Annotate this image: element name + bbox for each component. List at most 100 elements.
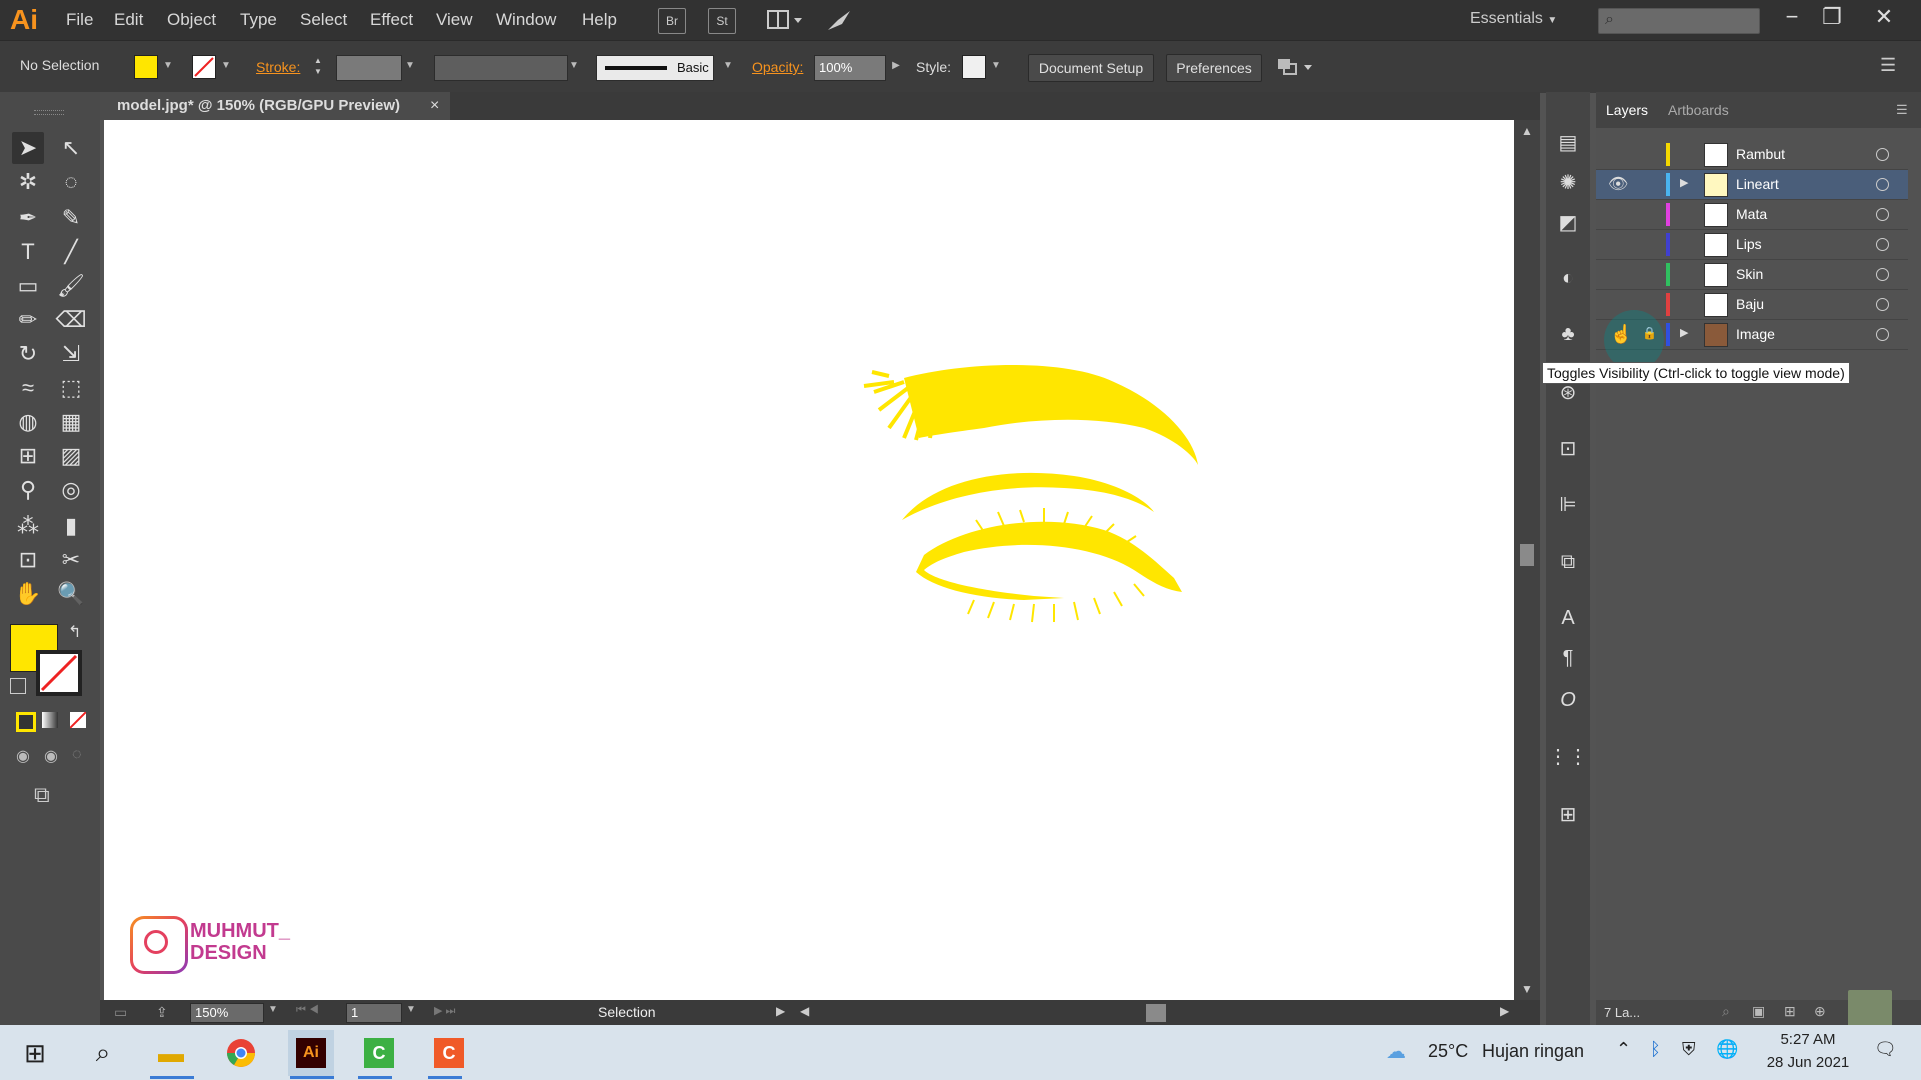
fill-dropdown[interactable]: ▼ [162,55,174,77]
opacity-label[interactable]: Opacity: [752,59,803,75]
column-graph-tool-icon[interactable]: ▮ [55,510,87,542]
layer-name[interactable]: Rambut [1736,146,1785,162]
hand-tool-icon[interactable]: ✋ [12,578,44,610]
expand-triangle-icon[interactable]: ▶ [1680,176,1688,189]
weather-text[interactable]: Hujan ringan [1482,1041,1584,1062]
color-panel-icon[interactable]: ✺ [1554,168,1582,196]
gpu-performance-icon[interactable] [824,8,854,34]
opacity-field[interactable]: 100% [814,55,886,81]
selection-tool-icon[interactable]: ➤ [12,132,44,164]
layer-row[interactable]: ☝ 🔒 ▶ Image [1596,310,1908,370]
draw-normal-icon[interactable]: ◉ [16,746,30,766]
document-tab[interactable]: model.jpg* @ 150% (RGB/GPU Preview) × [100,92,450,120]
brush-dropdown[interactable]: ▼ [722,55,734,77]
minimize-button[interactable]: − [1772,2,1812,32]
slice-tool-icon[interactable]: ✂ [55,544,87,576]
status-menu-arrow[interactable]: ▶ [776,1004,785,1018]
paragraph-icon[interactable]: ¶ [1554,644,1582,672]
menu-help[interactable]: Help [582,10,617,30]
menu-window[interactable]: Window [496,10,556,30]
menu-effect[interactable]: Effect [370,10,413,30]
gradient-mode-icon[interactable] [42,712,58,728]
mesh-tool-icon[interactable]: ⊞ [12,440,44,472]
swatches-icon[interactable]: ◩ [1554,208,1582,236]
vertical-scrollbar[interactable]: ▲ ▼ [1514,120,1540,1000]
layer-name[interactable]: Image [1736,326,1775,342]
layer-name[interactable]: Skin [1736,266,1763,282]
opacity-arrow[interactable]: ▶ [890,55,902,77]
chevron-up-icon[interactable]: ⌃ [1616,1039,1631,1060]
search-input[interactable]: ⌕ [1598,8,1760,34]
layer-target-icon[interactable] [1876,268,1889,281]
stroke-weight-dropdown[interactable]: ▼ [404,55,416,77]
layer-target-icon[interactable] [1876,208,1889,221]
libraries-icon[interactable]: ⊞ [1554,800,1582,828]
menu-select[interactable]: Select [300,10,347,30]
horizontal-scroll-thumb[interactable] [1146,1004,1166,1022]
layer-row-selected[interactable]: 👁 ▶ Lineart [1596,170,1908,200]
network-icon[interactable]: 🌐 [1716,1039,1738,1060]
layer-row[interactable]: Rambut [1596,140,1908,170]
draw-inside-icon[interactable]: ◌ [72,746,82,764]
security-icon[interactable]: ⛨ [1682,1039,1696,1060]
layer-target-icon[interactable] [1876,298,1889,311]
lock-icon[interactable]: 🔒 [1642,326,1657,340]
workspace-switcher[interactable]: Essentials ▼ [1470,10,1557,28]
variable-width-profile[interactable] [434,55,568,81]
draw-behind-icon[interactable]: ◉ [44,746,58,766]
artboard-dropdown[interactable]: ▼ [406,1004,416,1015]
expand-triangle-icon[interactable]: ▶ [1680,326,1688,339]
default-colors-icon[interactable] [10,678,26,694]
layer-target-icon[interactable] [1876,148,1889,161]
stroke-dropdown[interactable]: ▼ [220,55,232,77]
file-explorer-icon[interactable]: ▬ [152,1034,190,1072]
perspective-grid-tool-icon[interactable]: ▦ [55,406,87,438]
stroke-weight-field[interactable] [336,55,402,81]
menu-file[interactable]: File [66,10,93,30]
screen-mode-icon[interactable]: ⧉ [34,782,50,808]
tab-layers[interactable]: Layers [1606,102,1648,118]
artboard-canvas[interactable]: MUHMUT_ DESIGN [104,120,1514,1000]
next-artboard-icon[interactable]: ▶ ⏭ [434,1004,455,1018]
shape-builder-tool-icon[interactable]: ◍ [12,406,44,438]
menu-view[interactable]: View [436,10,473,30]
curvature-tool-icon[interactable]: ✎ [55,202,87,234]
pathfinder-icon[interactable]: ⧉ [1554,548,1582,576]
warp-tool-icon[interactable]: ≈ [12,372,44,404]
brushes-icon[interactable]: ◐ [1554,264,1582,292]
blend-tool-icon[interactable]: ◎ [55,474,87,506]
symbols-icon[interactable]: ♣ [1554,320,1582,348]
stroke-stepper[interactable]: ▲ ▼ [314,55,328,79]
magic-wand-tool-icon[interactable]: ✲ [12,166,44,198]
scroll-down-icon[interactable]: ▼ [1521,982,1533,996]
eye-icon[interactable]: 👁 [1608,174,1628,194]
restore-button[interactable]: ❐ [1812,2,1852,32]
zoom-dropdown[interactable]: ▼ [268,1004,278,1015]
properties-icon[interactable]: ⋮⋮ [1548,742,1588,770]
notification-icon[interactable]: 🗨 [1874,1039,1897,1060]
chrome-icon[interactable] [222,1034,260,1072]
direct-selection-tool-icon[interactable]: ↖ [55,132,87,164]
symbol-sprayer-tool-icon[interactable]: ⁂ [12,510,44,542]
stock-button[interactable]: St [708,8,736,34]
type-tool-icon[interactable]: T [12,236,44,268]
clock-date[interactable]: 28 Jun 2021 [1756,1054,1860,1071]
gradient-tool-icon[interactable]: ▨ [55,440,87,472]
graphic-style-swatch[interactable] [962,55,986,79]
none-mode-icon[interactable] [69,711,87,729]
arrange-icon[interactable] [1276,55,1316,79]
bridge-button[interactable]: Br [658,8,686,34]
align-icon[interactable]: ⊫ [1554,490,1582,518]
new-layer-icon[interactable]: ⊕ [1814,1003,1826,1020]
menu-edit[interactable]: Edit [114,10,143,30]
layer-target-icon[interactable] [1876,328,1889,341]
panel-menu-icon[interactable]: ☰ [1880,55,1904,79]
new-sublayer-icon[interactable]: ⊞ [1784,1003,1796,1020]
layer-target-icon[interactable] [1876,178,1889,191]
layer-target-icon[interactable] [1876,238,1889,251]
arrange-documents-icon[interactable] [766,8,806,32]
close-window-button[interactable]: ✕ [1864,2,1904,32]
scale-tool-icon[interactable]: ⇲ [55,338,87,370]
search-icon[interactable]: ⌕ [84,1034,122,1072]
line-tool-icon[interactable]: ╱ [55,236,87,268]
